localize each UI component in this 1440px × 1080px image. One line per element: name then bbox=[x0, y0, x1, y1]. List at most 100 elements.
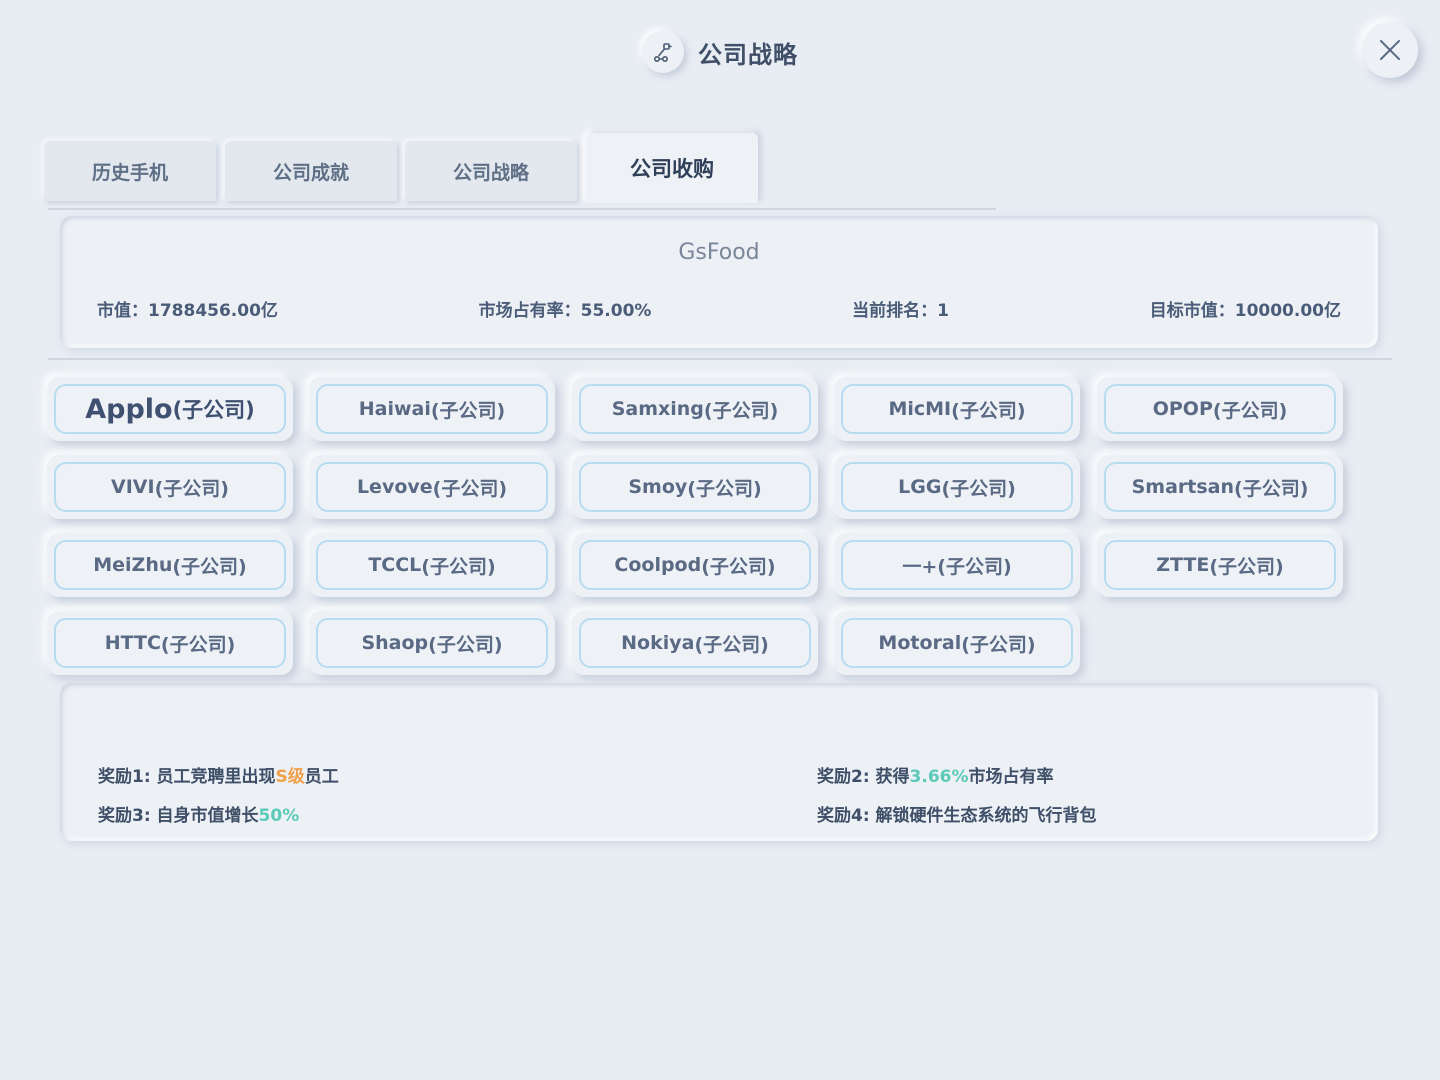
subsidiary-cell: Applo (子公司) bbox=[47, 377, 293, 441]
subsidiary-button[interactable]: Applo (子公司) bbox=[54, 384, 286, 434]
subsidiary-name: Samxing bbox=[611, 398, 704, 420]
subsidiary-button[interactable]: Smartsan (子公司) bbox=[1104, 462, 1336, 512]
subsidiary-suffix: (子公司) bbox=[703, 399, 779, 422]
subsidiary-name: Motoral bbox=[878, 632, 962, 654]
subsidiary-suffix: (子公司) bbox=[421, 555, 496, 578]
subsidiary-name: Shaop bbox=[361, 632, 429, 654]
subsidiary-name: Smartsan bbox=[1131, 476, 1235, 498]
subsidiary-cell: Smoy (子公司) bbox=[572, 455, 818, 519]
subsidiary-cell: Nokiya (子公司) bbox=[572, 611, 818, 675]
subsidiary-button[interactable]: Levove (子公司) bbox=[316, 462, 548, 512]
subsidiary-suffix: (子公司) bbox=[432, 477, 508, 500]
tab-history-phones[interactable]: 历史手机 bbox=[44, 141, 216, 201]
subsidiary-suffix: (子公司) bbox=[172, 555, 247, 578]
reward-2-text: 奖励2: 获得 bbox=[817, 767, 910, 787]
reward-1-text: 奖励1: 员工竞聘里出现 bbox=[98, 767, 276, 787]
title-bar: 公司战略 bbox=[0, 26, 1440, 78]
subsidiary-name: MeiZhu bbox=[93, 554, 173, 576]
page-title: 公司战略 bbox=[698, 40, 798, 69]
subsidiary-cell: VIVI (子公司) bbox=[47, 455, 293, 519]
subsidiary-button[interactable]: MicMI (子公司) bbox=[841, 384, 1073, 434]
subsidiary-name: 一+ bbox=[902, 555, 938, 578]
company-stats: 市值：1788456.00亿 市场占有率：55.00% 当前排名：1 目标市值：… bbox=[97, 296, 1341, 321]
subsidiary-button[interactable]: Coolpod (子公司) bbox=[579, 540, 811, 590]
subsidiary-name: Smoy bbox=[628, 476, 688, 498]
subsidiary-button[interactable]: Smoy (子公司) bbox=[579, 462, 811, 512]
subsidiary-name: MicMI bbox=[888, 398, 952, 420]
company-info-card: GsFood 市值：1788456.00亿 市场占有率：55.00% 当前排名：… bbox=[60, 216, 1378, 348]
subsidiary-button[interactable]: Motoral (子公司) bbox=[841, 618, 1073, 668]
subsidiary-suffix: (子公司) bbox=[937, 555, 1012, 578]
subsidiary-button[interactable]: MeiZhu (子公司) bbox=[54, 540, 286, 590]
subsidiary-button[interactable]: ZTTE (子公司) bbox=[1104, 540, 1336, 590]
subsidiary-name: Levove bbox=[356, 476, 433, 498]
tab-company-strategy[interactable]: 公司战略 bbox=[405, 141, 577, 201]
subsidiary-suffix: (子公司) bbox=[941, 477, 1016, 500]
subsidiary-cell: Shaop (子公司) bbox=[309, 611, 555, 675]
subsidiary-name: VIVI bbox=[111, 476, 155, 498]
subsidiary-cell: Coolpod (子公司) bbox=[572, 533, 818, 597]
subsidiary-name: Coolpod bbox=[614, 554, 702, 576]
subsidiary-cell: 一+ (子公司) bbox=[834, 533, 1080, 597]
subsidiary-suffix: (子公司) bbox=[701, 555, 776, 578]
subsidiary-suffix: (子公司) bbox=[687, 477, 762, 500]
reward-2-suffix: 市场占有率 bbox=[968, 767, 1054, 787]
subsidiary-suffix: (子公司) bbox=[160, 633, 236, 656]
reward-4-text: 奖励4: 解锁硬件生态系统的飞行背包 bbox=[817, 806, 1097, 826]
subsidiary-cell: Levove (子公司) bbox=[309, 455, 555, 519]
subsidiary-suffix: (子公司) bbox=[430, 399, 506, 422]
subsidiary-button[interactable]: TCCL (子公司) bbox=[316, 540, 548, 590]
tab-company-acquisition[interactable]: 公司收购 bbox=[586, 133, 758, 203]
close-icon bbox=[1380, 40, 1400, 60]
reward-3-text: 奖励3: 自身市值增长 bbox=[98, 806, 259, 826]
subsidiary-suffix: (子公司) bbox=[1234, 477, 1309, 500]
subsidiary-cell: MeiZhu (子公司) bbox=[47, 533, 293, 597]
subsidiary-button[interactable]: Samxing (子公司) bbox=[579, 384, 811, 434]
subsidiary-button[interactable]: Shaop (子公司) bbox=[316, 618, 548, 668]
market-value: 市值：1788456.00亿 bbox=[97, 301, 278, 321]
subsidiary-cell: LGG (子公司) bbox=[834, 455, 1080, 519]
subsidiary-name: LGG bbox=[898, 476, 942, 498]
section-divider bbox=[48, 358, 1392, 360]
reward-2-highlight: 3.66% bbox=[909, 767, 969, 787]
subsidiary-cell: Smartsan (子公司) bbox=[1097, 455, 1343, 519]
subsidiary-name: TCCL bbox=[368, 554, 422, 576]
subsidiary-name: HTTC bbox=[104, 632, 161, 654]
reward-3-highlight: 50% bbox=[258, 806, 300, 826]
reward-1-highlight: S级 bbox=[275, 767, 305, 787]
subsidiary-name: Applo bbox=[85, 393, 173, 425]
tab-divider bbox=[48, 208, 996, 210]
reward-4: 奖励4: 解锁硬件生态系统的飞行背包 bbox=[817, 801, 1097, 826]
subsidiary-suffix: (子公司) bbox=[961, 633, 1036, 656]
subsidiary-suffix: (子公司) bbox=[428, 633, 503, 656]
subsidiary-suffix: (子公司) bbox=[172, 398, 255, 422]
subsidiary-button[interactable]: 一+ (子公司) bbox=[841, 540, 1073, 590]
subsidiary-cell: OPOP (子公司) bbox=[1097, 377, 1343, 441]
subsidiary-button[interactable]: Haiwai (子公司) bbox=[316, 384, 548, 434]
subsidiary-button[interactable]: LGG (子公司) bbox=[841, 462, 1073, 512]
subsidiary-suffix: (子公司) bbox=[951, 399, 1026, 422]
tab-company-achievements[interactable]: 公司成就 bbox=[225, 141, 397, 201]
subsidiary-name: ZTTE bbox=[1156, 554, 1210, 576]
market-share: 市场占有率：55.00% bbox=[478, 301, 652, 321]
reward-2: 奖励2: 获得3.66%市场占有率 bbox=[817, 762, 1054, 787]
reward-1-suffix: 员工 bbox=[304, 767, 339, 787]
subsidiary-suffix: (子公司) bbox=[694, 633, 769, 656]
close-button[interactable] bbox=[1362, 22, 1418, 78]
subsidiary-button[interactable]: VIVI (子公司) bbox=[54, 462, 286, 512]
subsidiary-cell: Motoral (子公司) bbox=[834, 611, 1080, 675]
reward-3: 奖励3: 自身市值增长50% bbox=[98, 801, 299, 826]
subsidiary-cell: HTTC (子公司) bbox=[47, 611, 293, 675]
subsidiary-suffix: (子公司) bbox=[154, 477, 229, 500]
subsidiary-button[interactable]: OPOP (子公司) bbox=[1104, 384, 1336, 434]
subsidiary-cell: ZTTE (子公司) bbox=[1097, 533, 1343, 597]
subsidiary-name: OPOP bbox=[1152, 398, 1213, 420]
target-market-value: 目标市值：10000.00亿 bbox=[1149, 301, 1341, 321]
reward-1: 奖励1: 员工竞聘里出现S级员工 bbox=[98, 762, 339, 787]
subsidiary-button[interactable]: Nokiya (子公司) bbox=[579, 618, 811, 668]
subsidiary-suffix: (子公司) bbox=[1212, 399, 1288, 422]
subsidiary-cell: TCCL (子公司) bbox=[309, 533, 555, 597]
subsidiary-name: Haiwai bbox=[358, 398, 431, 420]
subsidiary-button[interactable]: HTTC (子公司) bbox=[54, 618, 286, 668]
rewards-card: 奖励1: 员工竞聘里出现S级员工 奖励2: 获得3.66%市场占有率 奖励3: … bbox=[60, 683, 1378, 841]
